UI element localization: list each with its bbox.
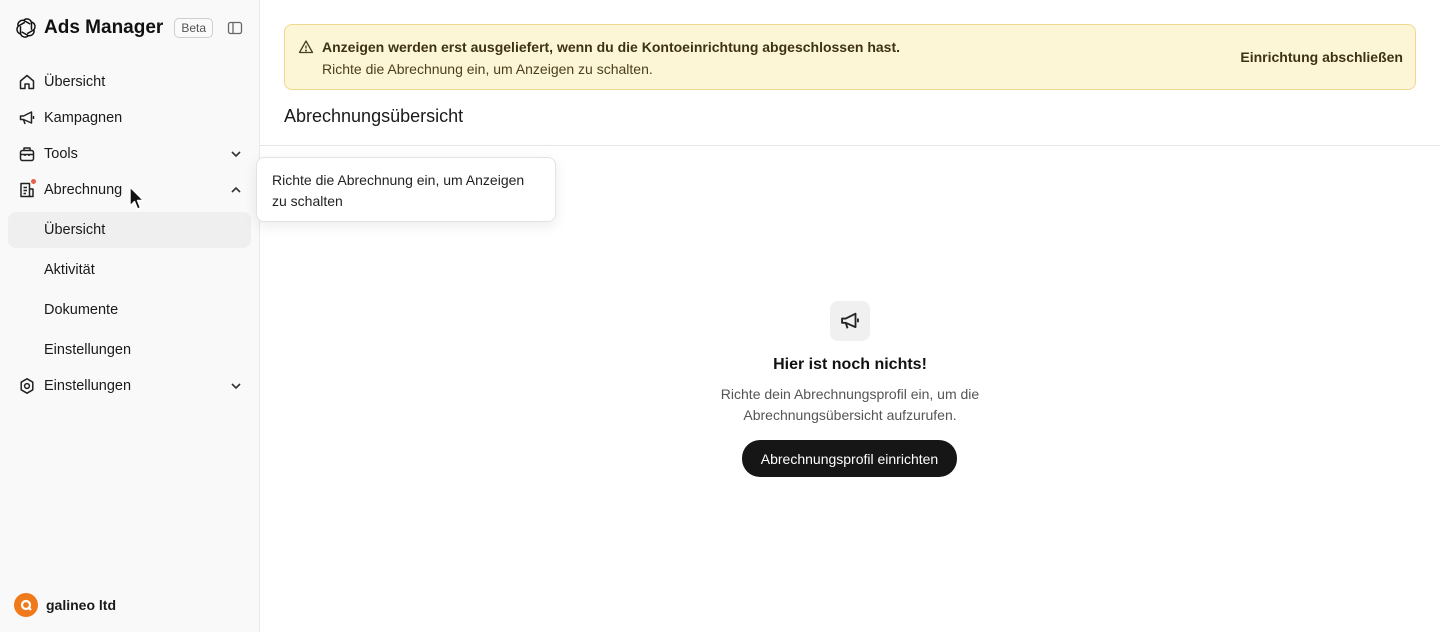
sidebar-item-label: Kampagnen — [44, 110, 123, 126]
chevron-up-icon — [231, 186, 241, 193]
sidebar: Ads Manager Beta Übersicht Kampagnen Too… — [0, 0, 260, 632]
sidebar-item-settings[interactable]: Einstellungen — [8, 368, 251, 404]
megaphone-icon — [841, 312, 859, 329]
sidebar-item-overview[interactable]: Übersicht — [8, 64, 251, 100]
sidebar-subitem-billing-activity[interactable]: Aktivität — [8, 252, 251, 288]
sidebar-item-billing[interactable]: Abrechnung — [8, 172, 251, 208]
sidebar-subitem-label: Übersicht — [44, 222, 106, 238]
beta-badge: Beta — [174, 18, 213, 38]
account-name: galineo ltd — [46, 597, 116, 613]
empty-state-icon-box — [830, 301, 870, 341]
sidebar-item-campaigns[interactable]: Kampagnen — [8, 100, 251, 136]
sidebar-toggle-button[interactable] — [226, 19, 244, 37]
app-title: Ads Manager — [44, 17, 164, 38]
chevron-down-icon — [231, 151, 241, 158]
alert-text: Richte die Abrechnung ein, um Anzeigen z… — [322, 61, 653, 77]
chevron-down-icon — [231, 383, 241, 390]
sidebar-item-label: Abrechnung — [44, 182, 123, 198]
setup-alert-banner: Anzeigen werden erst ausgeliefert, wenn … — [284, 24, 1416, 90]
divider — [260, 145, 1440, 146]
sidebar-panel-icon — [227, 21, 243, 35]
warning-icon — [298, 40, 314, 54]
finish-setup-link[interactable]: Einrichtung abschließen — [1240, 49, 1403, 65]
account-logo-icon — [20, 599, 32, 611]
main-content: Anzeigen werden erst ausgeliefert, wenn … — [260, 0, 1440, 632]
alert-title: Anzeigen werden erst ausgeliefert, wenn … — [322, 39, 900, 55]
setup-billing-profile-button[interactable]: Abrechnungsprofil einrichten — [742, 440, 957, 477]
sidebar-item-label: Einstellungen — [44, 378, 132, 394]
billing-tooltip: Richte die Abrechnung ein, um Anzeigen z… — [256, 157, 556, 222]
toolbox-icon — [19, 147, 35, 162]
account-switcher[interactable]: galineo ltd — [14, 593, 116, 617]
megaphone-icon — [19, 111, 35, 125]
sidebar-subitem-billing-overview[interactable]: Übersicht — [8, 212, 251, 248]
brand-header: Ads Manager Beta — [14, 14, 246, 42]
empty-state-text: Richte dein Abrechnungsprofil ein, um di… — [720, 386, 980, 423]
sidebar-subitem-billing-settings[interactable]: Einstellungen — [8, 332, 251, 368]
sidebar-subitem-label: Dokumente — [44, 302, 119, 318]
avatar — [14, 593, 38, 617]
sidebar-item-tools[interactable]: Tools — [8, 136, 251, 172]
empty-state-title: Hier ist noch nichts! — [773, 356, 927, 373]
gear-icon — [20, 378, 34, 394]
sidebar-subitem-label: Aktivität — [44, 262, 95, 278]
openai-logo-icon — [14, 16, 38, 40]
notification-dot — [30, 178, 37, 185]
sidebar-item-label: Tools — [44, 146, 78, 162]
sidebar-item-label: Übersicht — [44, 74, 106, 90]
sidebar-subitem-billing-documents[interactable]: Dokumente — [8, 292, 251, 328]
page-title: Abrechnungsübersicht — [284, 106, 464, 126]
home-icon — [19, 74, 35, 90]
sidebar-subitem-label: Einstellungen — [44, 342, 132, 358]
